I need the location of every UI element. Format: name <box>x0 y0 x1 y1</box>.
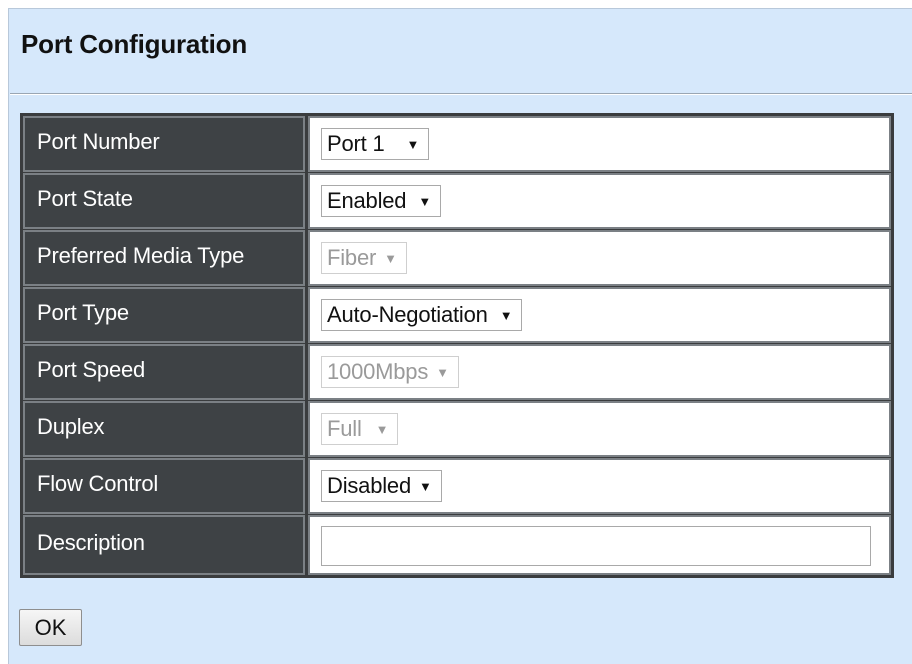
preferred-media-type-label: Preferred Media Type <box>23 230 305 286</box>
row-flow-control: Flow Control Disabled ▼ <box>23 458 891 515</box>
preferred-media-type-select: Fiber ▼ <box>321 242 407 274</box>
duplex-value: Full <box>327 416 362 441</box>
chevron-down-icon: ▼ <box>436 364 449 380</box>
port-state-label: Port State <box>23 173 305 229</box>
chevron-down-icon: ▼ <box>375 421 389 437</box>
ok-button[interactable]: OK <box>19 609 82 646</box>
port-number-label: Port Number <box>23 116 305 172</box>
port-speed-value: 1000Mbps <box>327 359 429 384</box>
port-state-select[interactable]: Enabled ▼ <box>321 185 442 217</box>
port-number-select[interactable]: Port 1 ▼ <box>321 128 430 160</box>
row-port-state: Port State Enabled ▼ <box>23 173 891 230</box>
chevron-down-icon: ▼ <box>406 136 420 152</box>
duplex-cell: Full ▼ <box>308 401 891 457</box>
chevron-down-icon: ▼ <box>384 250 397 266</box>
port-number-value: Port 1 <box>327 131 385 156</box>
chevron-down-icon: ▼ <box>419 478 432 494</box>
port-number-cell: Port 1 ▼ <box>308 116 891 172</box>
port-type-cell: Auto-Negotiation ▼ <box>308 287 891 343</box>
row-preferred-media-type: Preferred Media Type Fiber ▼ <box>23 230 891 287</box>
port-config-table: Port Number Port 1 ▼ Port State Enabled … <box>20 113 894 578</box>
chevron-down-icon: ▼ <box>499 307 513 323</box>
port-configuration-panel: Port Configuration Port Number Port 1 ▼ … <box>8 8 912 664</box>
port-speed-label: Port Speed <box>23 344 305 400</box>
flow-control-label: Flow Control <box>23 458 305 514</box>
row-description: Description <box>23 515 891 575</box>
row-port-number: Port Number Port 1 ▼ <box>23 116 891 173</box>
duplex-select: Full ▼ <box>321 413 399 445</box>
row-port-speed: Port Speed 1000Mbps ▼ <box>23 344 891 401</box>
description-cell <box>308 515 891 575</box>
duplex-label: Duplex <box>23 401 305 457</box>
preferred-media-type-cell: Fiber ▼ <box>308 230 891 286</box>
chevron-down-icon: ▼ <box>418 193 432 209</box>
title-divider <box>10 93 912 95</box>
flow-control-value: Disabled <box>327 473 412 498</box>
row-duplex: Duplex Full ▼ <box>23 401 891 458</box>
row-port-type: Port Type Auto-Negotiation ▼ <box>23 287 891 344</box>
port-speed-select: 1000Mbps ▼ <box>321 356 459 388</box>
port-type-value: Auto-Negotiation <box>327 302 488 327</box>
page-title: Port Configuration <box>21 29 248 59</box>
port-type-select[interactable]: Auto-Negotiation ▼ <box>321 299 523 331</box>
description-input[interactable] <box>321 526 871 566</box>
flow-control-cell: Disabled ▼ <box>308 458 891 514</box>
port-state-cell: Enabled ▼ <box>308 173 891 229</box>
port-state-value: Enabled <box>327 188 407 213</box>
port-speed-cell: 1000Mbps ▼ <box>308 344 891 400</box>
port-type-label: Port Type <box>23 287 305 343</box>
flow-control-select[interactable]: Disabled ▼ <box>321 470 442 502</box>
preferred-media-type-value: Fiber <box>327 245 377 270</box>
description-label: Description <box>23 515 305 575</box>
